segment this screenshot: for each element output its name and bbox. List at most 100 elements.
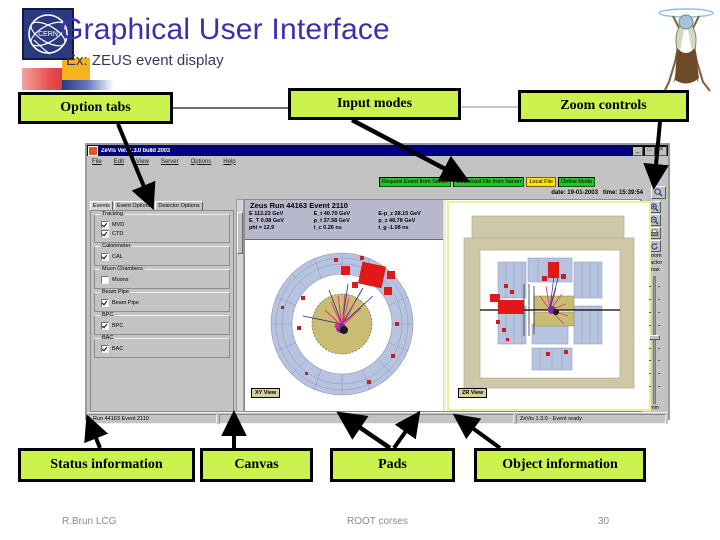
footer-left: R.Brun LCG — [62, 516, 117, 527]
maximize-button[interactable]: □ — [644, 145, 655, 156]
options-panel: Events Event Options Detector Options Tr… — [88, 199, 236, 412]
callout-pads: Pads — [330, 448, 455, 482]
event-field-tg-label: t_g — [378, 225, 387, 231]
pad-xy-view[interactable]: Zeus Run 44163 Event 2110 E 113.23 GeV E… — [245, 200, 444, 411]
event-field-empz-value: 28.15 GeV — [394, 211, 421, 217]
event-field-tg-value: -1.08 ns — [388, 225, 409, 231]
callout-object-information: Object information — [474, 448, 646, 482]
zr-event-display-graphic[interactable] — [446, 200, 652, 412]
callout-canvas: Canvas — [200, 448, 313, 482]
event-field-pz: p_z 48.78 GeV — [378, 218, 441, 225]
callout-object-information-label: Object information — [502, 457, 618, 472]
checkbox-row-ctd[interactable]: CTD — [101, 230, 225, 238]
application-window: ZeVis Ver. 1.3.0 build 2003 _ □ × File E… — [85, 143, 670, 424]
callout-option-tabs-label: Option tabs — [60, 100, 131, 115]
checkbox-row-cal[interactable]: CAL — [101, 253, 225, 261]
decoration-blue-block — [62, 80, 114, 90]
zoom-slider[interactable] — [649, 276, 660, 404]
status-right-cell: ZeVis 1.3.0 - Event ready — [516, 413, 666, 424]
zoom-slider-thumb[interactable] — [649, 334, 660, 340]
menu-server[interactable]: Server — [161, 159, 179, 165]
menu-options[interactable]: Options — [191, 159, 212, 165]
checkbox-ctd-label: CTD — [112, 231, 124, 237]
group-tracking-title: Tracking — [100, 211, 125, 217]
options-scrollbar-thumb[interactable] — [237, 212, 243, 254]
xy-view-label: XY View — [251, 388, 281, 398]
pad-zr-view[interactable]: ZR View — [444, 200, 651, 411]
event-field-et: E_t 40.70 GeV — [314, 211, 377, 218]
date-label: date: — [551, 189, 566, 196]
group-bac-title: BAC — [100, 335, 116, 341]
group-beam-pipe-title: Beam Pipe — [100, 289, 131, 295]
event-field-pt-value: 37.58 GeV — [323, 218, 350, 224]
menu-help[interactable]: Help — [223, 159, 235, 165]
application-body: Events Event Options Detector Options Tr… — [87, 198, 668, 412]
request-event-from-server-button[interactable]: Request Event from Server — [379, 176, 452, 187]
event-header-title: Zeus Run 44163 Event 2110 — [250, 201, 348, 210]
checkbox-row-muons[interactable]: Muons — [101, 276, 225, 284]
group-bpc-title: BPC — [100, 312, 116, 318]
status-left-cell: Run 44163 Event 2110 — [89, 413, 217, 424]
event-field-tc-value: 0.26 ns — [323, 225, 342, 231]
status-middle-cell — [219, 413, 514, 424]
tab-event-options[interactable]: Event Options — [113, 201, 155, 210]
tab-detector-options[interactable]: Detector Options — [155, 201, 203, 210]
magnifier-icon[interactable] — [651, 186, 666, 199]
local-file-button[interactable]: Local File — [526, 176, 556, 187]
close-button[interactable]: × — [656, 145, 667, 156]
checkbox-beam-pipe[interactable] — [101, 299, 109, 307]
acrobat-figure-icon — [658, 8, 714, 93]
group-beam-pipe: Beam Pipe Beam Pipe — [94, 289, 230, 312]
status-bar: Run 44163 Event 2110 ZeVis 1.3.0 - Event… — [87, 412, 668, 424]
online-mode-button[interactable]: Online Mode — [558, 176, 596, 187]
menu-view[interactable]: View — [136, 159, 149, 165]
options-scrollbar[interactable] — [236, 199, 244, 412]
event-field-e-label: E — [249, 211, 253, 217]
event-field-etr-label: E_T — [249, 218, 260, 224]
group-calorimeter-title: Calorimeter — [100, 243, 133, 249]
download-file-from-server-button[interactable]: Download File from Server — [453, 176, 525, 187]
event-field-phi-value: 12.9 — [263, 225, 275, 231]
callout-input-modes-label: Input modes — [336, 96, 413, 111]
event-field-e: E 113.23 GeV — [249, 211, 312, 218]
checkbox-muons[interactable] — [101, 276, 109, 284]
event-field-pt-label: p_t — [313, 218, 322, 224]
xy-event-display-graphic[interactable] — [245, 240, 443, 412]
event-field-etr-value: 0.08 GeV — [260, 218, 284, 224]
help-link[interactable]: Help — [650, 167, 662, 173]
checkbox-row-bpc[interactable]: BPC — [101, 322, 225, 330]
svg-text:CERN: CERN — [38, 31, 58, 38]
checkbox-bpc-label: BPC — [112, 323, 124, 329]
callout-canvas-label: Canvas — [234, 457, 279, 472]
checkbox-ctd[interactable] — [101, 230, 109, 238]
option-groups: Tracking MVD CTD Calorimeter CAL Muon Ch… — [90, 210, 234, 412]
tab-events[interactable]: Events — [90, 201, 113, 210]
checkbox-row-bac[interactable]: BAC — [101, 345, 225, 353]
checkbox-row-beam-pipe[interactable]: Beam Pipe — [101, 299, 225, 307]
date-time-bar: date: 19-01-2003 time: 15:39:54 — [87, 186, 668, 199]
callout-pads-label: Pads — [378, 457, 407, 472]
event-field-grid: E 113.23 GeV E_t 40.70 GeV E-p_z 28.15 G… — [245, 210, 443, 232]
connector-line-1 — [172, 107, 289, 109]
window-title: ZeVis Ver. 1.3.0 build 2003 — [101, 147, 170, 154]
menu-edit[interactable]: Edit — [114, 159, 124, 165]
checkbox-mvd[interactable] — [101, 221, 109, 229]
checkbox-muons-label: Muons — [112, 277, 129, 283]
window-titlebar: ZeVis Ver. 1.3.0 build 2003 _ □ × — [87, 145, 668, 156]
checkbox-bac[interactable] — [101, 345, 109, 353]
checkbox-bpc[interactable] — [101, 322, 109, 330]
event-field-pt: p_t 37.58 GeV — [314, 218, 377, 225]
event-field-pz-label: p_z — [378, 218, 388, 224]
time-value: 15:39:54 — [618, 189, 643, 196]
checkbox-row-mvd[interactable]: MVD — [101, 221, 225, 229]
event-field-tc-label: t_c — [313, 225, 322, 231]
checkbox-cal[interactable] — [101, 253, 109, 261]
event-field-tc: t_c 0.26 ns — [314, 225, 377, 232]
event-field-et-label: E_t — [313, 211, 323, 217]
minimize-button[interactable]: _ — [632, 145, 643, 156]
group-bac: BAC BAC — [94, 335, 230, 358]
menu-file[interactable]: File — [92, 159, 102, 165]
canvas[interactable]: Zeus Run 44163 Event 2110 E 113.23 GeV E… — [244, 199, 651, 412]
zoom-slider-ticks — [649, 276, 660, 404]
date-time-text: date: 19-01-2003 time: 15:39:54 — [551, 190, 643, 196]
